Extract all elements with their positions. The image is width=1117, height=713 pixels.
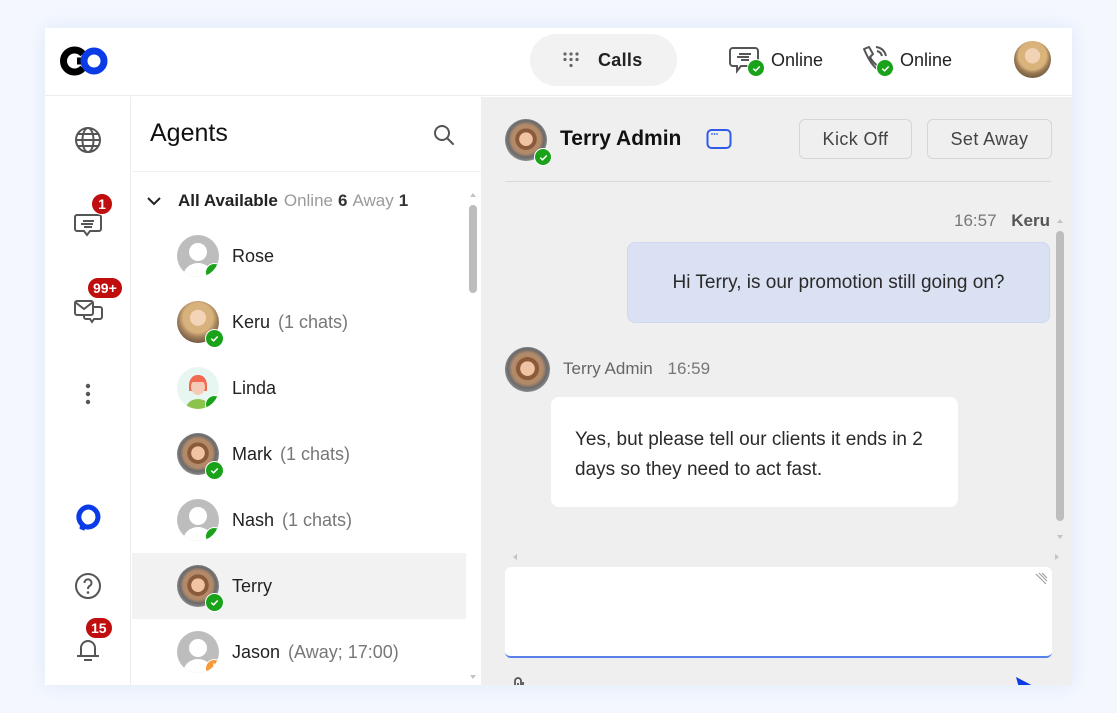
send-options-chevron-icon[interactable] [1063, 681, 1072, 685]
agent-row-linda[interactable]: Linda [132, 355, 466, 421]
message-sender: Terry Admin [563, 359, 653, 378]
agent-row-jason[interactable]: Jason (Away; 17:00) [132, 619, 466, 685]
group-label: All Available [178, 191, 278, 210]
agent-row-keru[interactable]: Keru (1 chats) [132, 289, 466, 355]
search-icon[interactable] [430, 121, 458, 149]
rail-item-globe[interactable] [65, 117, 111, 163]
agent-name: Rose [232, 245, 275, 266]
messages-badge: 99+ [87, 277, 123, 299]
left-rail: 1 99+ 15 [45, 97, 131, 685]
online-label: Online [283, 191, 333, 210]
agent-name: Mark [232, 443, 272, 464]
online-check-icon [205, 395, 219, 409]
message-time: 16:59 [667, 359, 711, 378]
help-icon [75, 573, 101, 599]
dialpad-icon [563, 52, 579, 68]
rail-item-notifications[interactable]: 15 [65, 617, 113, 671]
app-window: Calls Online Online 1 99+ 15 Agents All … [45, 28, 1072, 685]
rail-item-chats[interactable]: 1 [65, 193, 113, 247]
online-check-icon [747, 59, 765, 77]
globe-icon [75, 127, 101, 153]
group-all-available[interactable]: All Available Online 6 Away 1 [144, 189, 413, 213]
rail-item-help[interactable] [65, 563, 111, 609]
agents-panel: Agents All Available Online 6 Away 1 Ros… [132, 97, 481, 685]
rail-item-more[interactable] [65, 371, 111, 417]
brand-logo-icon[interactable] [59, 46, 111, 76]
outgoing-message: Hi Terry, is our promotion still going o… [627, 242, 1050, 323]
away-clock-icon [205, 659, 219, 673]
avatar [177, 301, 224, 348]
agent-meta: (1 chats) [280, 443, 351, 464]
set-away-button[interactable]: Set Away [927, 119, 1052, 159]
avatar [177, 367, 219, 409]
away-label: Away [352, 191, 394, 210]
calls-button[interactable]: Calls [530, 34, 677, 86]
agent-name: Terry [232, 575, 272, 596]
online-check-icon [205, 527, 219, 541]
online-count: 6 [337, 191, 348, 210]
incoming-message: Yes, but please tell our clients it ends… [551, 397, 958, 507]
agent-row-rose[interactable]: Rose [132, 223, 466, 289]
online-check-icon [205, 263, 219, 277]
agent-row-mark[interactable]: Mark (1 chats) [132, 421, 466, 487]
avatar [177, 433, 224, 480]
attachment-icon[interactable] [509, 675, 531, 685]
online-check-icon [205, 461, 224, 480]
kick-off-button[interactable]: Kick Off [799, 119, 912, 159]
send-icon[interactable] [1013, 675, 1041, 685]
agent-name: Keru [232, 311, 271, 332]
agent-row-terry[interactable]: Terry [132, 553, 466, 619]
chat-scrollbar[interactable] [1055, 217, 1065, 547]
sender-avatar [505, 347, 550, 392]
chat-header-avatar [505, 119, 552, 166]
avatar [177, 565, 224, 612]
user-avatar[interactable] [1014, 41, 1051, 78]
online-check-icon [534, 148, 552, 166]
chats-badge: 1 [91, 193, 113, 215]
agent-meta: (1 chats) [278, 311, 349, 332]
message-sender: Keru [1011, 211, 1050, 230]
online-check-icon [876, 59, 894, 77]
divider [132, 171, 481, 172]
message-meta: Terry Admin 16:59 [563, 359, 710, 379]
rail-item-brand[interactable] [65, 495, 111, 541]
avatar [177, 499, 219, 541]
divider [505, 181, 1051, 182]
chevron-down-icon [147, 197, 161, 206]
avatar [177, 631, 219, 673]
agent-name: Jason [232, 641, 281, 662]
phone-status-toggle[interactable]: Online [858, 42, 952, 78]
away-count: 1 [398, 191, 409, 210]
online-check-icon [205, 593, 224, 612]
agent-name: Linda [232, 377, 277, 398]
more-vertical-icon [85, 383, 91, 405]
agent-meta: (1 chats) [282, 509, 353, 530]
agent-meta: (Away; 17:00) [288, 641, 399, 662]
message-composer[interactable] [505, 567, 1052, 658]
chat-status-label: Online [771, 49, 824, 70]
agents-scrollbar[interactable] [468, 183, 478, 683]
message-input[interactable] [505, 567, 1052, 656]
browser-window-icon[interactable] [706, 128, 732, 150]
brand-chat-icon [76, 504, 101, 531]
avatar [177, 235, 219, 277]
chat-title: Terry Admin [560, 127, 682, 150]
agents-title: Agents [150, 119, 228, 147]
chat-panel: Terry Admin Kick Off Set Away 16:57 Keru… [481, 97, 1072, 685]
online-check-icon [205, 329, 224, 348]
message-meta: 16:57 Keru [954, 211, 1050, 231]
notifications-badge: 15 [85, 617, 113, 639]
top-bar: Calls Online Online [45, 28, 1072, 96]
chat-status-toggle[interactable]: Online [729, 42, 823, 78]
chat-horizontal-scrollbar[interactable] [511, 552, 1061, 562]
agent-row-nash[interactable]: Nash (1 chats) [132, 487, 466, 553]
rail-item-messages[interactable]: 99+ [65, 277, 123, 333]
phone-status-label: Online [900, 49, 953, 70]
calls-label: Calls [598, 49, 643, 70]
message-time: 16:57 [953, 211, 997, 230]
agent-name: Nash [232, 509, 275, 530]
